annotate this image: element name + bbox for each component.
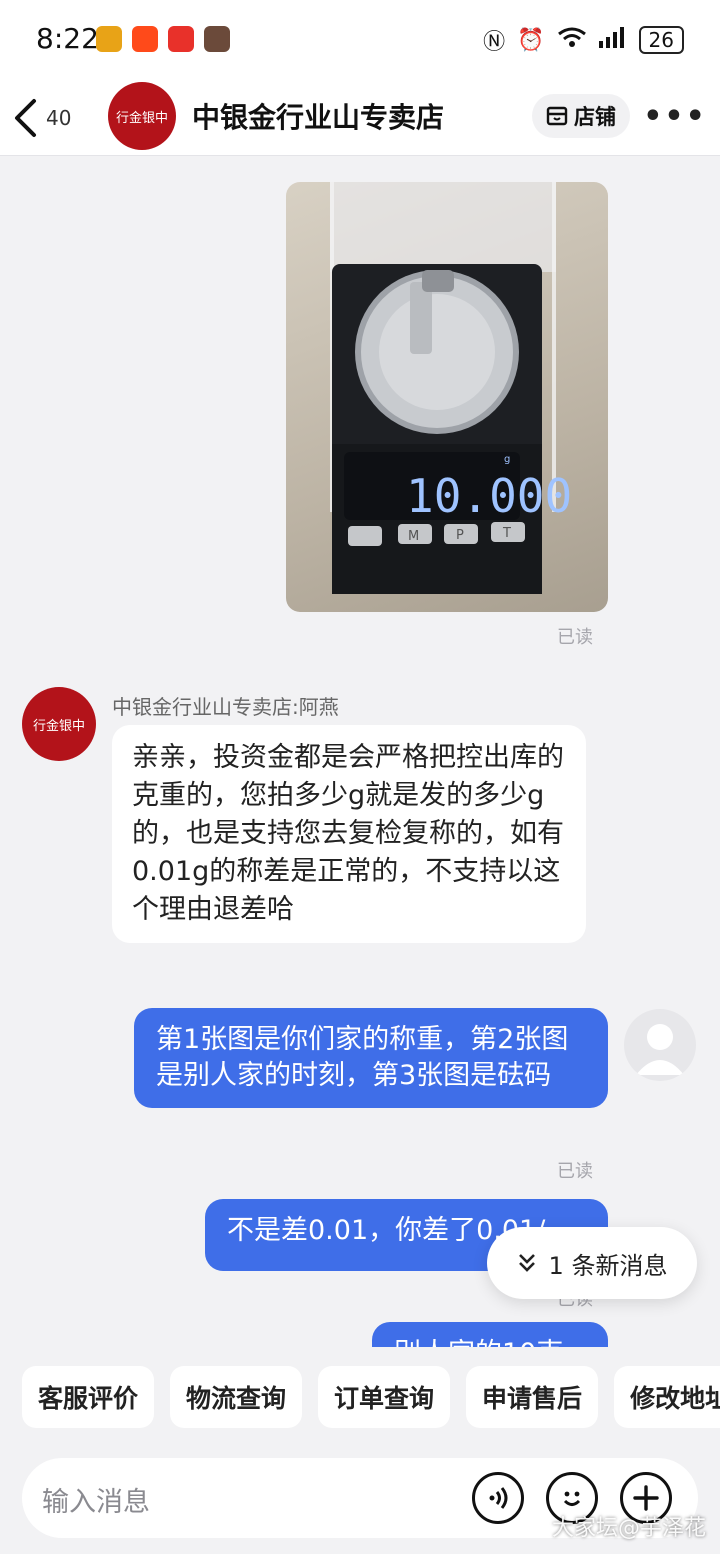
- outgoing-message[interactable]: 别人家的10克: [372, 1322, 608, 1347]
- svg-text:g: g: [504, 454, 510, 465]
- message-input-placeholder: 输入消息: [42, 1487, 150, 1518]
- alarm-icon: ⏰: [517, 27, 545, 53]
- battery-indicator: 26: [638, 26, 684, 54]
- scale-display: 10.000: [406, 469, 572, 523]
- store-button[interactable]: 店铺: [532, 94, 630, 138]
- chat-area[interactable]: 10.000 g M P T 已读 行金银中 中银金行业山专卖店:阿燕 亲亲，投…: [0, 157, 720, 1347]
- chevron-left-icon: [15, 99, 36, 137]
- nfc-icon: Ⓝ: [483, 30, 506, 55]
- voice-button[interactable]: [472, 1472, 524, 1524]
- svg-text:M: M: [408, 529, 419, 544]
- read-status: 已读: [557, 1161, 593, 1182]
- unread-count: 40: [46, 106, 72, 130]
- svg-text:P: P: [456, 528, 464, 543]
- signal-icon: [598, 26, 627, 54]
- sender-name: 中银金行业山专卖店:阿燕: [112, 695, 339, 719]
- plus-icon: [633, 1485, 659, 1511]
- system-status: Ⓝ ⏰ 26: [483, 24, 684, 56]
- double-chevron-down-icon: [518, 1254, 535, 1272]
- store-icon: [546, 106, 568, 126]
- wifi-icon: [557, 26, 587, 54]
- user-avatar-icon: [636, 1024, 684, 1075]
- store-button-label: 店铺: [574, 105, 616, 129]
- watermark: 大家坛@芋泽花: [551, 1516, 706, 1541]
- emoji-icon: [563, 1491, 581, 1506]
- svg-text:T: T: [502, 526, 511, 541]
- shop-name: 中银金行业山专卖店: [192, 101, 445, 134]
- chat-header: 40 行金银中 中银金行业山专卖店 店铺 •••: [0, 80, 720, 156]
- app-notification-icon: [96, 26, 122, 52]
- outgoing-message[interactable]: 第1张图是你们家的称重，第2张图是别人家的时刻，第3张图是砝码: [134, 1008, 608, 1108]
- read-status: 已读: [557, 627, 593, 648]
- new-message-button[interactable]: 1 条新消息: [487, 1227, 697, 1299]
- more-icon: •••: [643, 98, 707, 134]
- scale-photo: 10.000 g M P T: [330, 182, 572, 594]
- back-button[interactable]: 40: [12, 90, 92, 146]
- app-notification-icon: [168, 26, 194, 52]
- incoming-message[interactable]: 亲亲，投资金都是会严格把控出库的克重的，您拍多少g就是发的多少g的，也是支持您去…: [112, 725, 586, 943]
- voice-icon: [489, 1487, 508, 1509]
- quick-action-logistics[interactable]: 物流查询: [170, 1366, 303, 1428]
- quick-action-edit-address[interactable]: 修改地址: [614, 1366, 720, 1428]
- photo-message-scale[interactable]: 10.000 g M P T: [286, 182, 608, 612]
- quick-action-after-sales[interactable]: 申请售后: [466, 1366, 599, 1428]
- shop-logo[interactable]: 行金银中: [108, 82, 176, 150]
- taobao-notification-icon: [132, 26, 158, 52]
- more-options-button[interactable]: •••: [643, 94, 705, 138]
- quick-action-service-rating[interactable]: 客服评价: [22, 1366, 155, 1428]
- quick-action-orders[interactable]: 订单查询: [318, 1366, 451, 1428]
- app-notification-icon: [204, 26, 230, 52]
- input-bar: 输入消息 大家坛@芋泽花: [0, 1448, 720, 1554]
- notification-icons: [96, 26, 230, 52]
- status-time: 8:22: [36, 22, 99, 55]
- quick-actions: 客服评价 物流查询 订单查询 申请售后 修改地址: [0, 1348, 720, 1448]
- status-bar: 8:22 Ⓝ ⏰ 26: [0, 0, 720, 80]
- user-avatar[interactable]: [624, 1009, 696, 1081]
- shop-avatar[interactable]: 行金银中: [22, 687, 96, 761]
- new-message-label: 1 条新消息: [548, 1251, 668, 1280]
